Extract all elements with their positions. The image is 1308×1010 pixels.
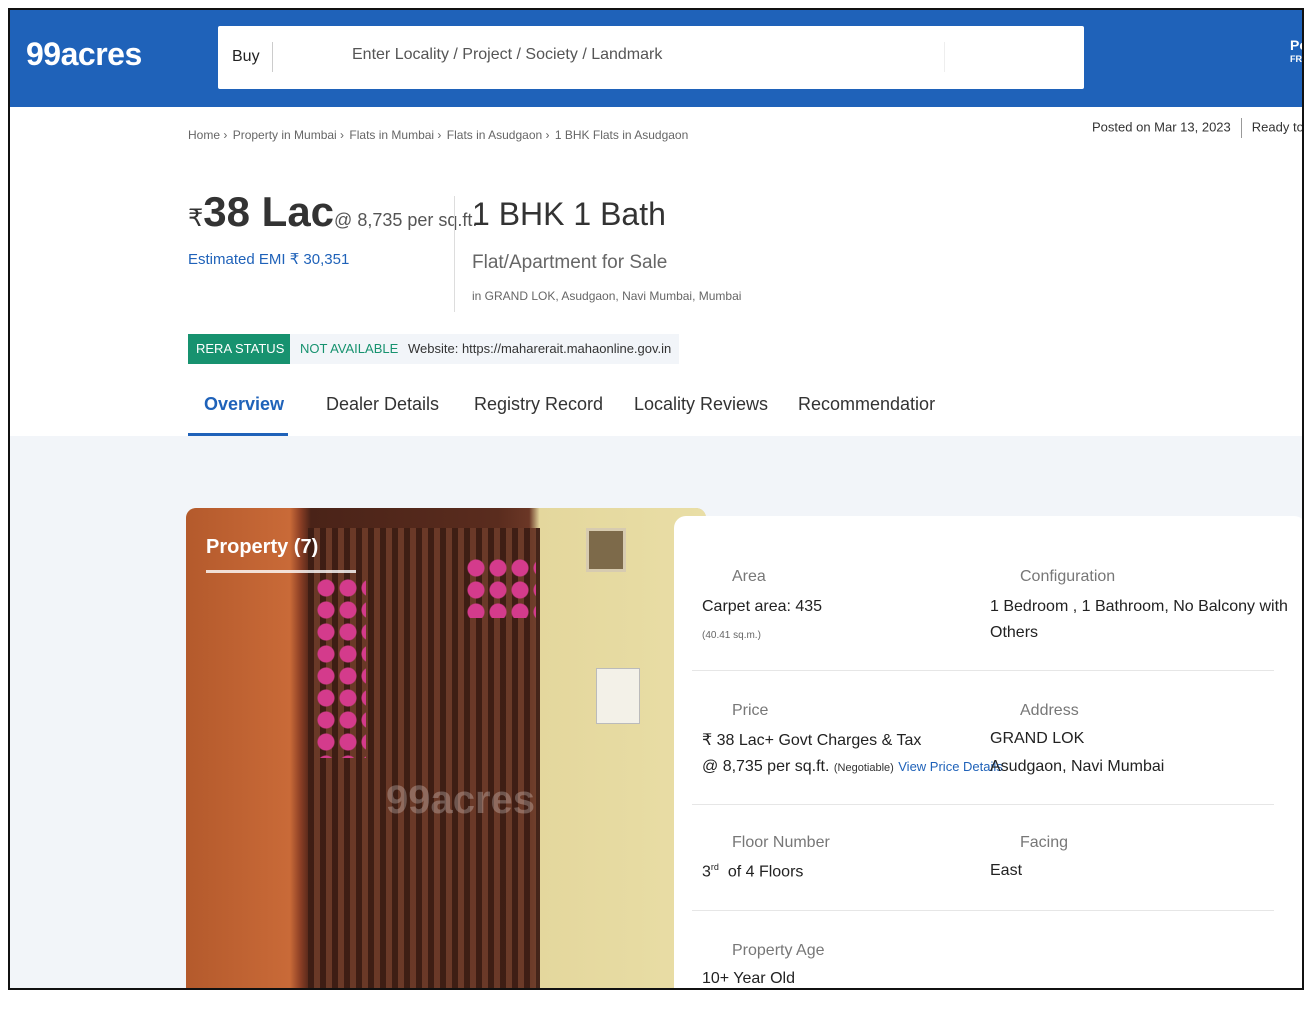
area-value: Carpet area: 435 [702,598,823,615]
post-property-button[interactable]: Po FR [1290,37,1302,66]
negotiable-tag: (Negotiable) [833,762,894,774]
configuration-value-2: Others [990,624,1039,641]
price-value: 38 Lac [203,188,335,235]
price-per-sqft: @ 8,735 per sq.ft. [334,210,478,230]
floor-total: of 4 Floors [727,863,804,881]
tab-recommendations[interactable]: Recommendatior [798,394,935,415]
address-label: Address [1020,702,1079,719]
rera-website[interactable]: Website: https://maharerait.mahaonline.g… [400,334,680,364]
search-divider-right [944,42,945,72]
listing-type: Flat/Apartment for Sale [472,252,668,273]
property-age-value: 10+ Year Old [702,970,795,987]
configuration-value: 1 Bedroom , 1 Bathroom, No Balcony with [990,598,1288,615]
photo-label-underline [206,570,356,573]
row-divider [692,910,1274,911]
price-block: ₹38 Lac@ 8,735 per sq.ft. [188,188,477,236]
breadcrumb-current: 1 BHK Flats in Asudgaon [554,128,689,142]
area-label: Area [732,568,766,585]
search-divider [272,42,273,72]
top-header: 99acres Buy Po FR [10,10,1302,107]
photo-garland [316,578,366,758]
estimated-emi-link[interactable]: Estimated EMI ₹ 30,351 [188,250,349,268]
address-value-2: Asudgaon, Navi Mumbai [990,758,1165,775]
search-bar: Buy [218,26,1084,89]
property-details-card: Area Carpet area: 435 (40.41 sq.m.) Conf… [674,516,1302,988]
property-photo[interactable]: 99acres Property (7) [186,508,706,988]
floor-number-label: Floor Number [732,834,830,851]
breadcrumb-flats-asudgaon[interactable]: Flats in Asudgaon › [447,128,550,142]
listing-config: 1 BHK 1 Bath [472,196,666,232]
price-detail-value: ₹ 38 Lac+ Govt Charges & Tax [702,732,922,749]
area-sqm: (40.41 sq.m.) [702,630,761,641]
breadcrumb: Home › Property in Mumbai › Flats in Mum… [188,128,690,142]
site-logo[interactable]: 99acres [26,36,142,73]
tab-locality-reviews[interactable]: Locality Reviews [634,394,768,415]
header-divider [454,196,455,312]
possession-status: Ready to m [1251,119,1304,135]
price-sqft-line: @ 8,735 per sq.ft. (Negotiable) View Pri… [702,758,1003,776]
search-type-dropdown[interactable]: Buy [232,48,260,66]
price-label: Price [732,702,769,719]
breadcrumb-home[interactable]: Home › [188,128,227,142]
search-input[interactable] [352,46,932,64]
tab-registry-record[interactable]: Registry Record [474,394,603,415]
tab-overview[interactable]: Overview [204,394,284,415]
posted-date: Posted on Mar 13, 2023 [1092,119,1231,135]
tab-dealer-details[interactable]: Dealer Details [326,394,439,415]
row-divider [692,670,1274,671]
photo-wall-frame [586,528,626,572]
facing-label: Facing [1020,834,1069,851]
address-value: GRAND LOK [990,730,1085,747]
posted-separator [1240,118,1242,138]
property-age-label: Property Age [732,942,825,959]
view-price-details-link[interactable]: View Price Details [898,759,1003,774]
photo-switchboard [596,668,640,724]
rera-status-value: NOT AVAILABLE [290,334,410,364]
post-property-label: Po [1290,37,1302,53]
floor-suffix: rd [710,862,719,872]
rera-status-badge: RERA STATUS [188,334,290,364]
photo-garland-right [466,558,536,618]
page-frame: 99acres Buy Po FR Home › Property in Mum… [8,8,1304,990]
price-sqft-detail: @ 8,735 per sq.ft. [702,758,830,775]
configuration-label: Configuration [1020,568,1116,585]
photo-count-label[interactable]: Property (7) [206,536,318,559]
post-property-sub: FR [1290,54,1302,64]
posted-info: Posted on Mar 13, 2023 Ready to m [1092,118,1304,138]
rupee-symbol: ₹ [188,205,204,232]
floor-number-value: 3rd of 4 Floors [702,862,803,881]
facing-value: East [990,862,1023,879]
floor-num: 3 [702,863,711,881]
breadcrumb-property-mumbai[interactable]: Property in Mumbai › [233,128,344,142]
listing-location: in GRAND LOK, Asudgaon, Navi Mumbai, Mum… [472,289,742,303]
breadcrumb-flats-mumbai[interactable]: Flats in Mumbai › [349,128,441,142]
row-divider [692,804,1274,805]
listing-price: ₹38 Lac@ 8,735 per sq.ft. [188,188,477,236]
photo-watermark: 99acres [386,778,536,822]
